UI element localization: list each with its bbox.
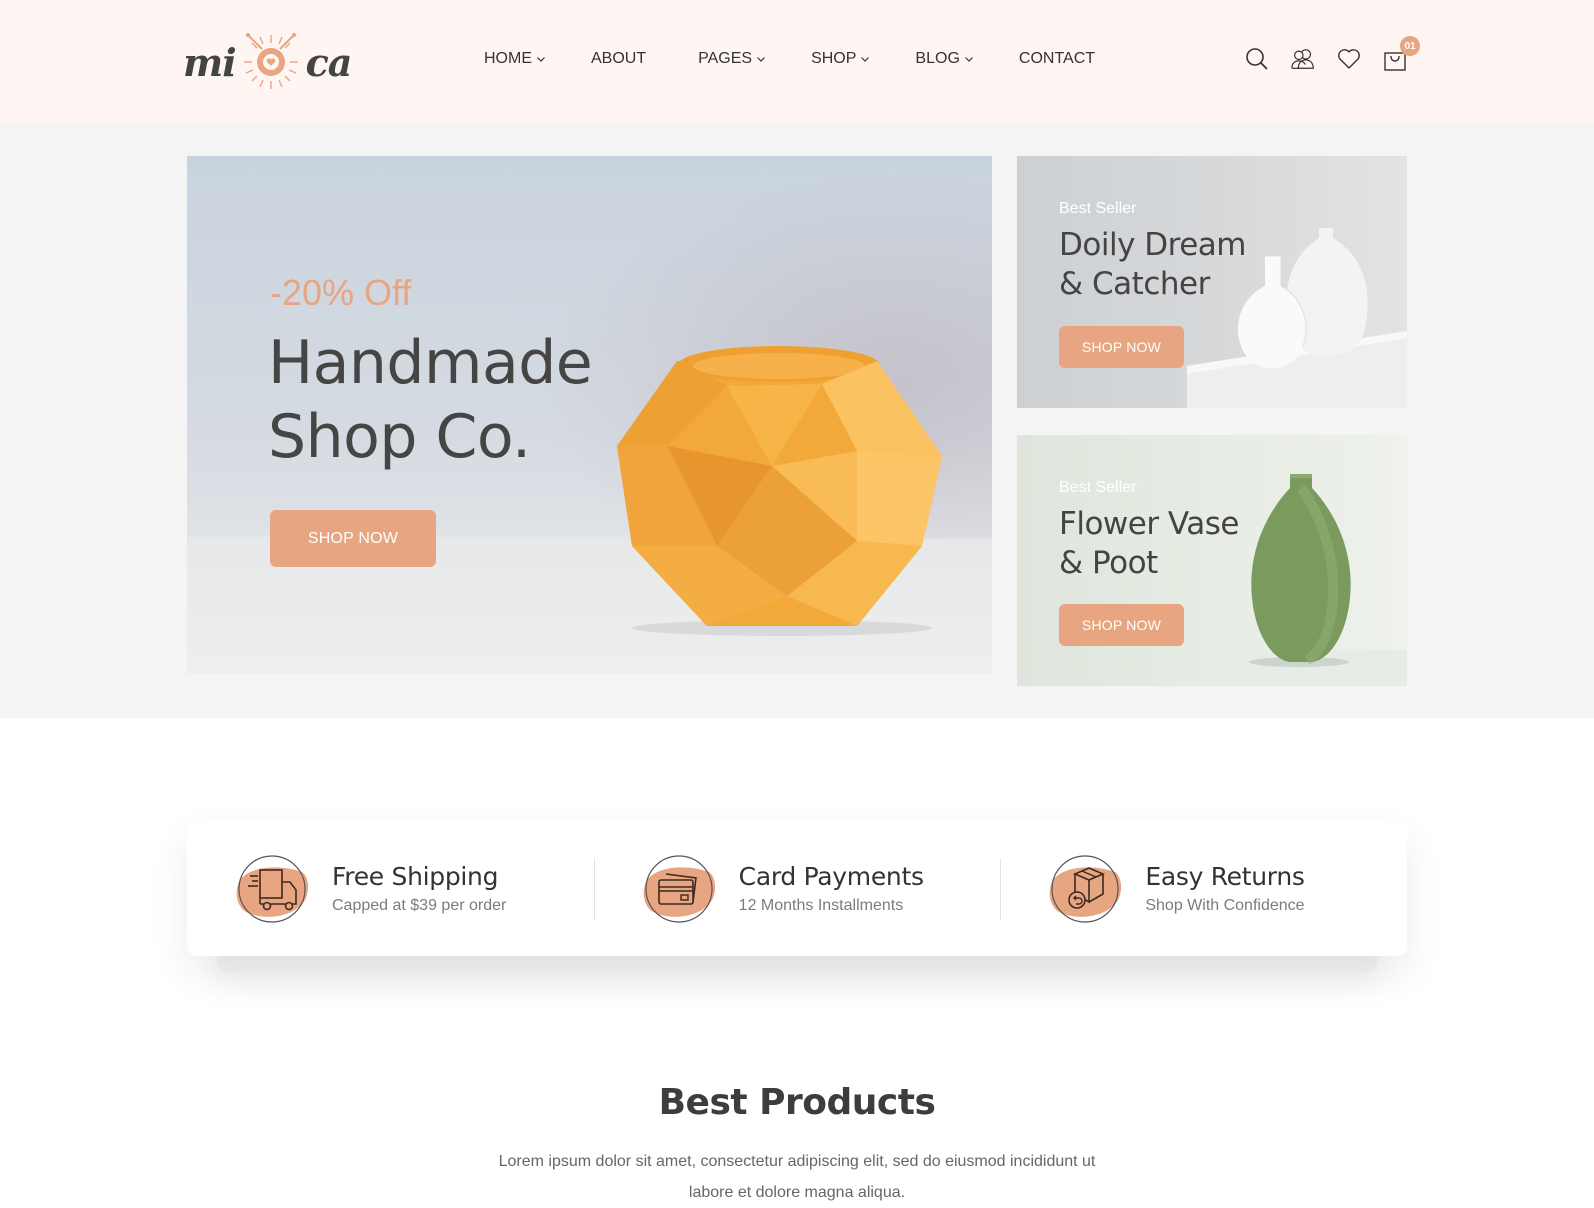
brand-logo[interactable]: mi ca <box>183 32 353 92</box>
nav-item-blog[interactable]: BLOG <box>915 50 973 68</box>
return-box-icon <box>1049 854 1122 923</box>
main-nav: HOME ABOUT PAGES SHOP BLOG CONTACT <box>484 50 1095 68</box>
flower-vase-shop-now-button[interactable]: SHOP NOW <box>1059 604 1184 646</box>
feature-subtitle: Shop With Confidence <box>1145 897 1305 914</box>
feature-title: Easy Returns <box>1145 862 1305 891</box>
nav-label: CONTACT <box>1018 50 1096 67</box>
card-subtitle: Best Seller <box>1059 200 1137 217</box>
nav-item-shop[interactable]: SHOP <box>811 50 870 68</box>
card-title-line1: Doily Dream <box>1059 227 1246 263</box>
hero-discount: -20% Off <box>270 272 412 313</box>
site-header: mi ca HOME ABOUT PAGES SHOP BLOG CONTACT… <box>0 0 1594 123</box>
nav-label: SHOP <box>811 50 857 67</box>
chevron-down-icon <box>861 57 870 62</box>
logo-text-left: mi <box>183 39 237 85</box>
card-title-line1: Flower Vase <box>1059 506 1239 542</box>
chevron-down-icon <box>964 57 973 62</box>
card-title: Doily Dream & Catcher <box>1059 226 1246 304</box>
logo-sun-icon <box>243 33 298 89</box>
card-title-line2: & Poot <box>1059 545 1158 581</box>
feature-free-shipping: Free Shipping Capped at $39 per order <box>187 850 594 928</box>
nav-item-contact[interactable]: CONTACT <box>1019 50 1095 68</box>
best-products-heading: Best Products <box>658 1082 936 1123</box>
nav-item-home[interactable]: HOME <box>484 50 546 68</box>
logo-text-right: ca <box>305 39 353 85</box>
header-actions: 01 <box>1244 36 1428 72</box>
chevron-down-icon <box>757 57 766 62</box>
green-vase-image <box>1237 474 1407 686</box>
feature-subtitle: 12 Months Installments <box>738 897 904 914</box>
cart-button[interactable]: 01 <box>1382 36 1420 72</box>
hero-shop-now-button[interactable]: SHOP NOW <box>270 510 436 567</box>
users-icon <box>1291 49 1314 69</box>
wishlist-button[interactable] <box>1336 46 1362 72</box>
cart-count-badge: 01 <box>1400 36 1420 56</box>
credit-card-icon <box>643 854 715 923</box>
feature-card-payments: Card Payments 12 Months Installments <box>593 850 1001 928</box>
hero-title-line1: Handmade <box>268 328 593 398</box>
search-icon <box>1246 48 1268 70</box>
card-title: Flower Vase & Poot <box>1059 505 1239 583</box>
truck-icon <box>236 854 309 923</box>
hero-title-line2: Shop Co. <box>268 402 531 472</box>
feature-title: Card Payments <box>738 862 924 891</box>
best-products-description: Lorem ipsum dolor sit amet, consectetur … <box>498 1153 1096 1201</box>
card-title-line2: & Catcher <box>1059 266 1210 302</box>
nav-item-about[interactable]: ABOUT <box>591 50 646 68</box>
feature-text: Free Shipping Capped at $39 per order <box>332 862 506 915</box>
doily-shop-now-button[interactable]: SHOP NOW <box>1059 326 1184 368</box>
account-button[interactable] <box>1290 46 1316 72</box>
nav-label: ABOUT <box>591 50 647 67</box>
feature-subtitle: Capped at $39 per order <box>332 897 507 914</box>
feature-easy-returns: Easy Returns Shop With Confidence <box>1000 850 1407 928</box>
geometric-pot-image <box>617 346 942 636</box>
promo-card-flower-vase: Best Seller Flower Vase & Poot SHOP NOW <box>1017 435 1407 686</box>
card-subtitle: Best Seller <box>1059 479 1137 496</box>
chevron-down-icon <box>537 57 545 62</box>
features-bar: Free Shipping Capped at $39 per order Ca… <box>187 821 1407 956</box>
search-button[interactable] <box>1244 46 1270 72</box>
nav-label: BLOG <box>915 50 960 67</box>
hero-title: Handmade Shop Co. <box>268 326 593 474</box>
promo-card-doily-dream: Best Seller Doily Dream & Catcher SHOP N… <box>1017 156 1407 408</box>
feature-title: Free Shipping <box>332 862 499 891</box>
feature-text: Easy Returns Shop With Confidence <box>1145 862 1305 915</box>
nav-label: PAGES <box>698 50 753 67</box>
nav-item-pages[interactable]: PAGES <box>698 50 766 68</box>
heart-icon <box>1338 49 1360 69</box>
nav-label: HOME <box>484 50 532 67</box>
feature-text: Card Payments 12 Months Installments <box>739 862 924 915</box>
